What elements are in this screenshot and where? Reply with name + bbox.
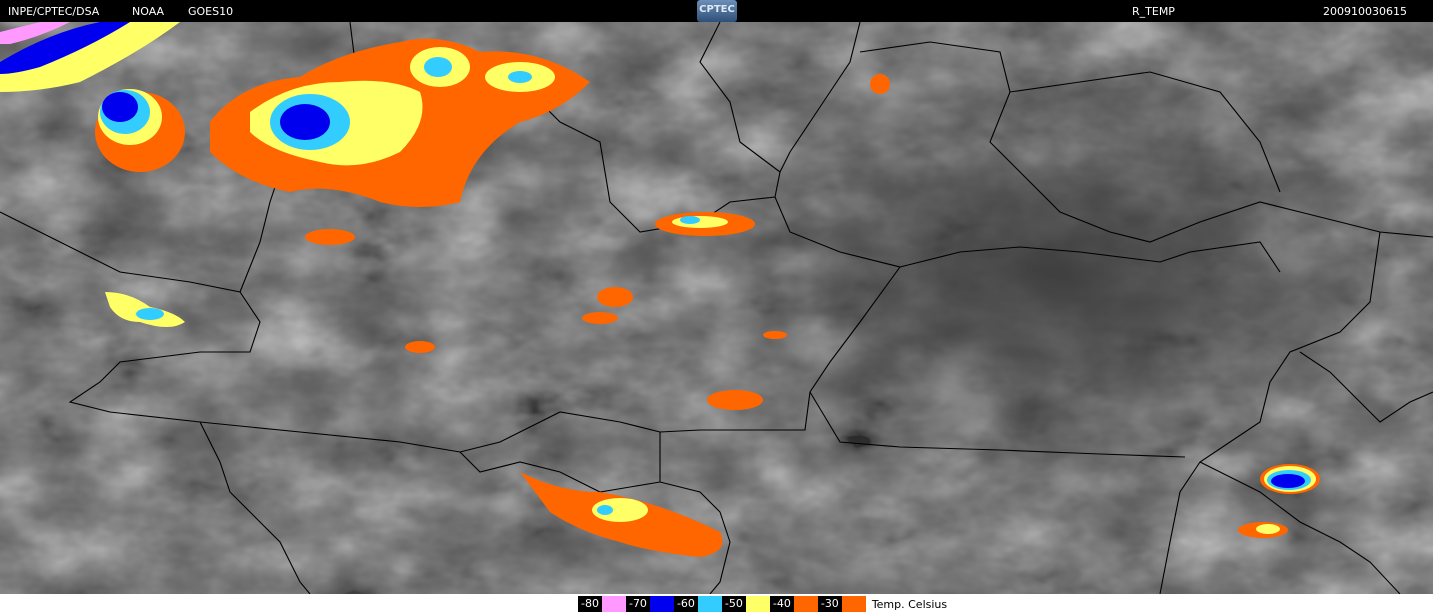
- cloud-cluster-north-east-cold: [424, 57, 452, 77]
- legend-label: -40: [769, 596, 794, 612]
- product-label: R_TEMP: [1132, 5, 1175, 18]
- legend-swatch: [601, 596, 626, 612]
- legend-swatch: [745, 596, 770, 612]
- color-legend: -80 -70 -60 -50 -40 -30 Temp. Celsius: [0, 594, 1433, 614]
- legend-unit: Temp. Celsius: [871, 597, 948, 611]
- cloud-cluster-west-core: [102, 92, 138, 122]
- satellite-label: GOES10: [188, 5, 234, 18]
- timestamp-label: 200910030615: [1323, 5, 1407, 18]
- cloud-patch-7: [870, 74, 890, 94]
- legend-swatch: [841, 596, 866, 612]
- cptec-logo: CPTEC: [697, 0, 737, 22]
- cloud-patch-5: [707, 390, 763, 410]
- cloud-cluster-small-west-core: [136, 308, 164, 320]
- legend-scale: -80 -70 -60 -50 -40 -30 Temp. Celsius: [578, 596, 947, 612]
- agency-label: NOAA: [132, 5, 165, 18]
- clear-sky-region: [680, 52, 1433, 492]
- legend-label: -50: [721, 596, 746, 612]
- cloud-patch-3: [582, 312, 618, 324]
- cloud-cluster-north-core: [280, 104, 330, 140]
- cloud-patch-4: [405, 341, 435, 353]
- legend-swatch: [697, 596, 722, 612]
- legend-label: -80: [578, 596, 602, 612]
- cloud-band-central-mid: [672, 216, 728, 228]
- cloud-band-central-cold: [680, 216, 700, 224]
- cloud-cluster-northeast-cold: [508, 71, 532, 83]
- cloud-patch-1: [305, 229, 355, 245]
- cloud-patch-2: [597, 287, 633, 307]
- cloud-cluster-south-cold: [597, 505, 613, 515]
- legend-label: -30: [817, 596, 842, 612]
- cloud-cluster-southeast-small-mid: [1256, 524, 1280, 534]
- satellite-map: [0, 22, 1433, 594]
- legend-label: -60: [673, 596, 698, 612]
- cloud-patch-6: [763, 331, 787, 339]
- cloud-cluster-southeast-core: [1271, 474, 1305, 488]
- source-label: INPE/CPTEC/DSA: [8, 5, 100, 18]
- legend-swatch: [793, 596, 818, 612]
- legend-swatch: [649, 596, 674, 612]
- header-bar: INPE/CPTEC/DSA NOAA GOES10 CPTEC R_TEMP …: [0, 0, 1433, 22]
- legend-label: -70: [625, 596, 650, 612]
